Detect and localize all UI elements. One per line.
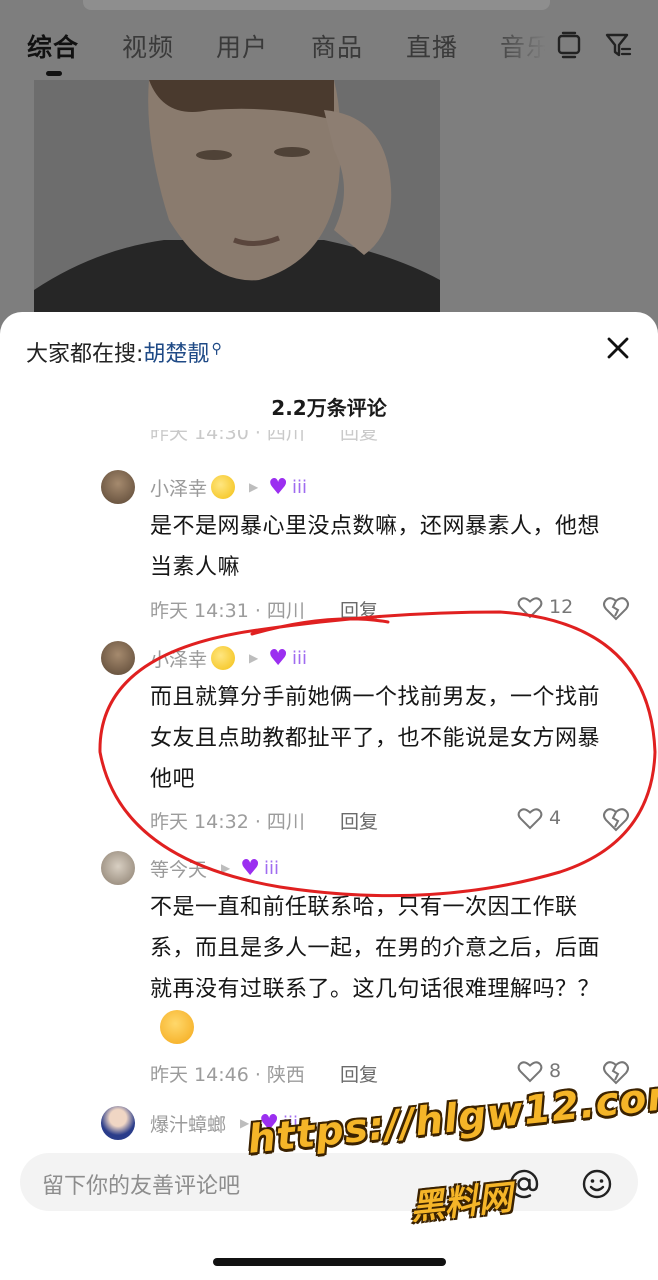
- like-button[interactable]: 8: [517, 1058, 561, 1084]
- tab-live[interactable]: 直播: [406, 28, 458, 64]
- play-triangle-icon: ▶: [249, 651, 259, 665]
- fan-level-badge: iii: [291, 476, 307, 498]
- comment-user-row: 小泽幸 ▶ ♥ iii: [150, 643, 307, 673]
- comment-user-row: 小泽幸 ▶ ♥ iii: [150, 472, 307, 502]
- comment-text: 不是一直和前任联系哈，只有一次因工作联系，而且是多人一起，在男的介意之后，后面就…: [150, 887, 620, 1052]
- trending-search[interactable]: 大家都在搜:胡楚靓 ⚲: [26, 336, 222, 370]
- search-icon: ⚲: [211, 341, 222, 357]
- play-triangle-icon: ▶: [221, 861, 231, 875]
- play-triangle-icon: ▶: [249, 480, 259, 494]
- username[interactable]: 小泽幸: [150, 474, 207, 501]
- tablet-icon[interactable]: [554, 30, 584, 60]
- moon-emoji-icon: [211, 475, 236, 499]
- top-search-bar-edge: [83, 0, 550, 10]
- search-tabs: 综合 视频 用户 商品 直播 音乐: [0, 22, 658, 76]
- search-results-background: 综合 视频 用户 商品 直播 音乐: [0, 0, 658, 330]
- broken-heart-icon[interactable]: [602, 594, 630, 622]
- comment-meta: 昨天 14:32 · 四川: [150, 811, 305, 833]
- grinning-emoji-icon: [160, 1010, 194, 1044]
- trending-search-term[interactable]: 胡楚靓: [143, 342, 209, 367]
- tab-all[interactable]: 综合: [27, 28, 79, 64]
- like-button[interactable]: 4: [517, 805, 561, 831]
- avatar[interactable]: [101, 851, 135, 885]
- reply-button[interactable]: 回复: [340, 596, 378, 623]
- mention-icon[interactable]: [508, 1168, 540, 1200]
- close-icon[interactable]: [600, 330, 636, 366]
- purple-heart-icon: ♥: [240, 855, 260, 881]
- active-tab-indicator: [46, 71, 62, 76]
- comment-input[interactable]: 留下你的友善评论吧: [20, 1153, 638, 1211]
- moon-emoji-icon: [211, 646, 236, 670]
- home-indicator: [213, 1258, 446, 1266]
- heart-icon: [517, 597, 543, 619]
- comment-text: 是不是网暴心里没点数嘛，还网暴素人，他想当素人嘛: [150, 514, 601, 580]
- username[interactable]: 爆汁蟑螂: [150, 1110, 226, 1137]
- broken-heart-icon[interactable]: [602, 805, 630, 833]
- comment-meta: 昨天 14:46 · 陕西: [150, 1064, 305, 1086]
- purple-heart-icon: ♥: [268, 474, 288, 500]
- avatar[interactable]: [101, 1106, 135, 1140]
- avatar[interactable]: [101, 641, 135, 675]
- comment-input-placeholder: 留下你的友善评论吧: [42, 1174, 241, 1199]
- comment-text: 而且就算分手前她俩一个找前男友，一个找前女友且点助教都扯平了，也不能说是女方网暴…: [150, 685, 601, 792]
- person-illustration: [34, 80, 440, 330]
- previous-comment-meta: 昨天 14:30 · 四川 回复: [150, 430, 379, 444]
- like-count: 4: [549, 807, 562, 829]
- tab-products[interactable]: 商品: [311, 28, 363, 64]
- heart-icon: [517, 808, 543, 830]
- trending-search-prefix: 大家都在搜:: [26, 342, 144, 367]
- like-count: 8: [549, 1060, 562, 1082]
- video-thumbnail[interactable]: [34, 80, 440, 330]
- avatar[interactable]: [101, 470, 135, 504]
- fan-level-badge: iii: [263, 857, 279, 879]
- like-button[interactable]: 12: [517, 594, 573, 620]
- username[interactable]: 等今天: [150, 855, 207, 882]
- comment-input-bar: 留下你的友善评论吧: [0, 1140, 658, 1280]
- comment-user-row: 等今天 ▶ ♥ iii: [150, 853, 279, 883]
- emoji-icon[interactable]: [581, 1168, 613, 1200]
- like-count: 12: [549, 596, 574, 618]
- reply-button[interactable]: 回复: [340, 1060, 378, 1087]
- tab-video[interactable]: 视频: [122, 28, 174, 64]
- tab-users[interactable]: 用户: [216, 28, 268, 64]
- heart-icon: [517, 1061, 543, 1083]
- comment-count-title: 2.2万条评论: [271, 396, 387, 420]
- fan-level-badge: iii: [291, 647, 307, 669]
- purple-heart-icon: ♥: [268, 645, 288, 671]
- reply-button[interactable]: 回复: [340, 807, 378, 834]
- username[interactable]: 小泽幸: [150, 645, 207, 672]
- filter-icon[interactable]: [603, 30, 633, 60]
- comment-meta: 昨天 14:31 · 四川: [150, 600, 305, 622]
